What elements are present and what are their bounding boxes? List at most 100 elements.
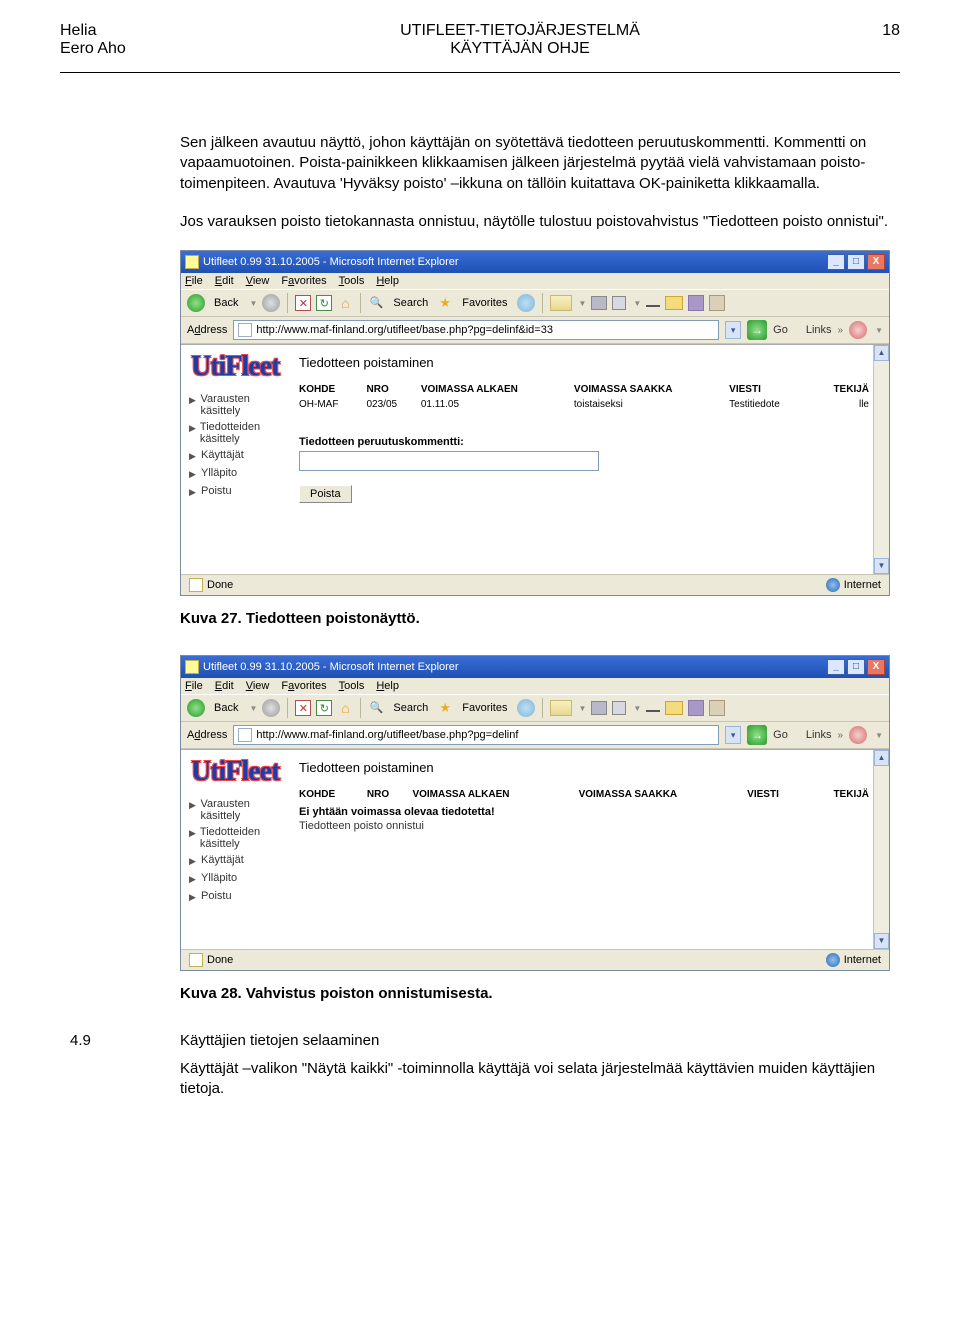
favorites-button[interactable]: Favorites [458,295,511,311]
back-button[interactable]: Back [210,700,242,716]
forward-icon[interactable] [262,699,280,717]
home-icon[interactable]: ⌂ [337,700,353,716]
menu-favorites[interactable]: Favorites [281,275,326,287]
sidebar-item-kayttajat[interactable]: ▶Käyttäjät [189,447,287,465]
menu-edit[interactable]: Edit [215,275,234,287]
sidebar-item-kayttajat[interactable]: ▶Käyttäjät [189,852,287,870]
refresh-icon[interactable]: ↻ [316,700,332,716]
folder-icon[interactable] [665,701,683,715]
stop-icon[interactable]: ✕ [295,295,311,311]
print-options-icon[interactable] [612,296,626,310]
home-icon[interactable]: ⌂ [337,295,353,311]
close-button[interactable]: X [867,254,885,270]
print-options-icon[interactable] [612,701,626,715]
favorites-icon[interactable]: ★ [437,700,453,716]
maximize-button[interactable]: □ [847,254,865,270]
header-title-2: KÄYTTÄJÄN OHJE [220,40,820,58]
scroll-up-icon[interactable]: ▲ [874,345,889,361]
go-button[interactable]: → [747,320,767,340]
maximize-button[interactable]: □ [847,659,865,675]
toolbar-separator [287,293,288,313]
scroll-down-icon[interactable]: ▼ [874,558,889,574]
sidebar-item-yllapito[interactable]: ▶Ylläpito [189,465,287,483]
menu-favorites[interactable]: Favorites [281,680,326,692]
history-icon[interactable] [517,699,535,717]
norton-dropdown-icon[interactable]: ▼ [875,326,883,335]
research-icon[interactable] [709,700,725,716]
search-icon[interactable]: 🔍 [368,700,384,716]
th-kohde: KOHDE [299,787,367,802]
mail-icon[interactable] [550,295,572,311]
refresh-icon[interactable]: ↻ [316,295,332,311]
scroll-track[interactable] [874,361,889,558]
vertical-scrollbar[interactable]: ▲ ▼ [873,750,889,949]
url-input[interactable]: http://www.maf-finland.org/utifleet/base… [233,320,719,340]
mail-dropdown-icon[interactable]: ▼ [579,704,587,713]
figure-caption-28: Kuva 28. Vahvistus poiston onnistumisest… [180,985,890,1002]
norton-dropdown-icon[interactable]: ▼ [875,731,883,740]
links-label[interactable]: Links [806,324,832,336]
print-icon[interactable] [591,701,607,715]
menu-tools[interactable]: Tools [339,275,365,287]
print-icon[interactable] [591,296,607,310]
forward-icon[interactable] [262,294,280,312]
back-icon[interactable] [187,699,205,717]
toolbar: Back ▼ ✕ ↻ ⌂ 🔍 Search ★ Favorites ▼ ▼ [181,289,889,317]
search-button[interactable]: Search [389,295,432,311]
url-input[interactable]: http://www.maf-finland.org/utifleet/base… [233,725,719,745]
menu-help[interactable]: Help [376,275,399,287]
links-chevron-icon[interactable]: » [838,730,844,741]
research-icon[interactable] [709,295,725,311]
menu-help[interactable]: Help [376,680,399,692]
address-label: Address [187,324,227,336]
norton-icon[interactable] [849,726,867,744]
back-dropdown-icon[interactable]: ▼ [249,704,257,713]
favorites-icon[interactable]: ★ [437,295,453,311]
sidebar-item-tiedotteet[interactable]: ▶Tiedotteiden käsittely [189,824,287,852]
menu-file[interactable]: File [185,275,203,287]
links-chevron-icon[interactable]: » [838,325,844,336]
back-icon[interactable] [187,294,205,312]
discuss-icon[interactable] [688,700,704,716]
sidebar-item-poistu[interactable]: ▶Poistu [189,483,287,501]
print-dropdown-icon[interactable]: ▼ [633,299,641,308]
address-dropdown-icon[interactable]: ▾ [725,726,741,744]
scroll-down-icon[interactable]: ▼ [874,933,889,949]
menu-edit[interactable]: Edit [215,680,234,692]
cancel-comment-input[interactable] [299,451,599,471]
norton-icon[interactable] [849,321,867,339]
scroll-track[interactable] [874,766,889,933]
poista-button[interactable]: Poista [299,485,352,503]
sidebar-item-tiedotteet[interactable]: ▶Tiedotteiden käsittely [189,419,287,447]
scroll-up-icon[interactable]: ▲ [874,750,889,766]
print-dropdown-icon[interactable]: ▼ [633,704,641,713]
links-label[interactable]: Links [806,729,832,741]
vertical-scrollbar[interactable]: ▲ ▼ [873,345,889,574]
sidebar-item-varaukset[interactable]: ▶Varausten käsittely [189,796,287,824]
discuss-icon[interactable] [688,295,704,311]
search-button[interactable]: Search [389,700,432,716]
menu-view[interactable]: View [246,680,270,692]
th-voimassa-saakka: VOIMASSA SAAKKA [574,382,729,397]
sidebar-item-poistu[interactable]: ▶Poistu [189,888,287,906]
go-button[interactable]: → [747,725,767,745]
history-icon[interactable] [517,294,535,312]
menu-view[interactable]: View [246,275,270,287]
menu-tools[interactable]: Tools [339,680,365,692]
address-dropdown-icon[interactable]: ▾ [725,321,741,339]
back-dropdown-icon[interactable]: ▼ [249,299,257,308]
sidebar-item-varaukset[interactable]: ▶Varausten käsittely [189,391,287,419]
minimize-button[interactable]: _ [827,659,845,675]
sidebar-item-yllapito[interactable]: ▶Ylläpito [189,870,287,888]
search-icon[interactable]: 🔍 [368,295,384,311]
favorites-button[interactable]: Favorites [458,700,511,716]
menu-file[interactable]: File [185,680,203,692]
back-button[interactable]: Back [210,295,242,311]
mail-dropdown-icon[interactable]: ▼ [579,299,587,308]
minimize-button[interactable]: _ [827,254,845,270]
close-button[interactable]: X [867,659,885,675]
folder-icon[interactable] [665,296,683,310]
mail-icon[interactable] [550,700,572,716]
status-bar: Done Internet [181,574,889,595]
stop-icon[interactable]: ✕ [295,700,311,716]
